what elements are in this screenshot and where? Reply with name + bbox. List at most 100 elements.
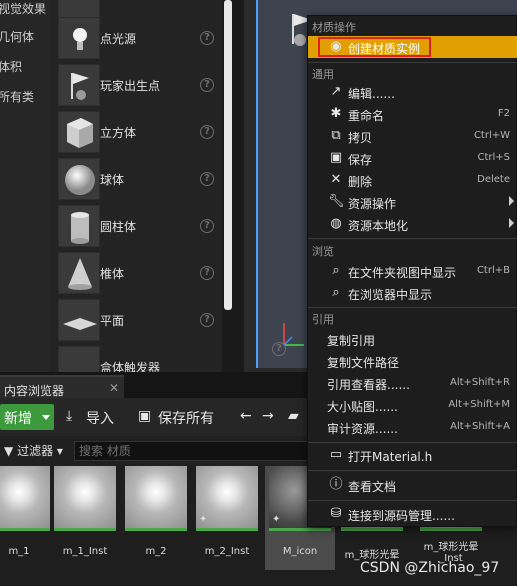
place-item-cone[interactable]: 椎体 ? — [50, 250, 222, 297]
annotation-highlight-box — [318, 37, 431, 57]
place-item-label: 点光源 — [100, 32, 137, 46]
save-all-button[interactable]: ▣ 保存所有 — [138, 404, 224, 430]
menu-item-reference-viewer[interactable]: 引用查看器...... Alt+Shift+R — [308, 372, 517, 394]
menu-item-copy-file-path[interactable]: 复制文件路径 — [308, 350, 517, 372]
shortcut-label: Ctrl+S — [477, 152, 510, 163]
tab-content-browser[interactable]: 内容浏览器 ✕ — [0, 375, 124, 398]
context-menu: 材质操作 ◉ 创建材质实例 通用 ↗ 编辑...... ✱ 重命名 F2 ⧉ 拷… — [307, 15, 517, 527]
help-icon[interactable]: ? — [200, 313, 214, 327]
place-item-cylinder[interactable]: 圆柱体 ? — [50, 203, 222, 250]
help-icon[interactable]: ? — [200, 125, 214, 139]
menu-item-label: 重命名 — [348, 109, 385, 123]
place-item-label: 平面 — [100, 314, 125, 328]
place-item-label: 圆柱体 — [100, 220, 137, 234]
folder-icon: ▰ — [288, 408, 299, 424]
help-icon[interactable]: ? — [200, 172, 214, 186]
folder-button[interactable]: ▰ — [288, 404, 306, 430]
cube-icon — [58, 111, 100, 153]
material-thumbnail — [125, 466, 187, 528]
category-geometry[interactable]: 几何体 — [0, 28, 34, 45]
menu-divider — [308, 470, 517, 471]
menu-item-asset-actions[interactable]: 🔧︎ 资源操作 — [308, 191, 517, 213]
search-input[interactable] — [75, 442, 309, 460]
menu-item-audit-assets[interactable]: 审计资源...... Alt+Shift+A — [308, 416, 517, 438]
watermark: CSDN @Zhichao_97 — [360, 560, 500, 576]
menu-item-label: 打开Material.h — [348, 450, 433, 464]
asset-label: m_2 — [145, 546, 167, 557]
help-icon[interactable]: ? — [200, 31, 214, 45]
menu-item-view-docs[interactable]: ⓘ 查看文档 — [308, 474, 517, 496]
back-button[interactable]: ← — [240, 404, 260, 430]
place-item-plane[interactable]: 平面 ? — [50, 297, 222, 344]
menu-item-label: 资源操作 — [348, 197, 397, 211]
asset-label: m_1_Inst — [62, 546, 108, 557]
filter-label: 过滤器 — [17, 444, 54, 458]
material-thumbnail — [0, 466, 50, 528]
place-item-point-light[interactable]: 点光源 ? — [50, 15, 222, 62]
box-trigger-icon — [58, 346, 100, 372]
forward-button[interactable]: → — [262, 404, 282, 430]
menu-item-show-in-folder-view[interactable]: ⌕ 在文件夹视图中显示 Ctrl+B — [308, 260, 517, 282]
section-header-browse: 浏览 — [312, 245, 334, 258]
shortcut-label: Ctrl+W — [473, 130, 510, 141]
menu-item-label: 查看文档 — [348, 480, 397, 494]
menu-divider — [308, 442, 517, 443]
asset-tile[interactable]: ✦ m_2_Inst — [196, 466, 262, 566]
section-header-references: 引用 — [312, 313, 334, 326]
search-box[interactable] — [74, 441, 310, 461]
place-item-label: 球体 — [100, 173, 125, 187]
place-item-sphere[interactable]: 球体 ? — [50, 156, 222, 203]
asset-type-bar — [0, 528, 50, 531]
menu-item-asset-localization[interactable]: ◍ 资源本地化 — [308, 213, 517, 235]
menu-divider — [308, 62, 517, 63]
asset-tile[interactable]: m_1 — [0, 466, 54, 566]
wrench-icon: 🔧︎ — [328, 194, 345, 209]
asset-tile[interactable]: m_1_Inst — [54, 466, 120, 566]
place-item-player-start[interactable]: 玩家出生点 ? — [50, 62, 222, 109]
create-material-instance-item[interactable]: ◉ 创建材质实例 — [308, 36, 517, 58]
menu-item-show-in-explorer[interactable]: ⌕ 在浏览器中显示 — [308, 282, 517, 304]
menu-item-label: 编辑...... — [348, 87, 395, 101]
menu-item-rename[interactable]: ✱ 重命名 F2 — [308, 103, 517, 125]
place-item-cube[interactable]: 立方体 ? — [50, 109, 222, 156]
menu-item-edit[interactable]: ↗ 编辑...... — [308, 81, 517, 103]
menu-item-connect-source-control[interactable]: ⛁ 连接到源码管理...... — [308, 503, 517, 525]
menu-item-label: 复制引用 — [327, 334, 376, 348]
import-button[interactable]: ⤓ 导入 — [66, 404, 126, 430]
help-icon[interactable]: ? — [200, 78, 214, 92]
menu-item-label: 连接到源码管理...... — [348, 509, 455, 523]
menu-item-label: 引用查看器...... — [327, 378, 410, 392]
menu-item-copy[interactable]: ⧉ 拷贝 Ctrl+W — [308, 125, 517, 147]
menu-item-open-source[interactable]: ▭ 打开Material.h — [308, 444, 517, 466]
help-icon[interactable]: ? — [272, 342, 286, 356]
submenu-arrow-icon — [509, 196, 514, 206]
shortcut-label: Alt+Shift+A — [450, 421, 510, 432]
filter-dropdown[interactable]: ▼ 过滤器 ▾ — [4, 442, 63, 459]
shortcut-label: F2 — [497, 108, 510, 119]
category-visual-effects[interactable]: 视觉效果 — [0, 0, 46, 17]
star-icon: ✦ — [199, 514, 208, 525]
submenu-arrow-icon — [509, 218, 514, 228]
menu-item-save[interactable]: ▣ 保存 Ctrl+S — [308, 147, 517, 169]
add-new-button[interactable]: 新增 — [0, 404, 54, 430]
menu-item-size-map[interactable]: 大小贴图...... Alt+Shift+M — [308, 394, 517, 416]
menu-item-label: 在文件夹视图中显示 — [348, 266, 457, 280]
menu-item-label: 拷贝 — [348, 131, 373, 145]
arrow-left-icon: ← — [240, 408, 252, 424]
save-icon: ▣ — [138, 408, 152, 424]
place-item-box-trigger[interactable]: 盒体触发器 — [50, 344, 222, 372]
menu-item-copy-reference[interactable]: 复制引用 — [308, 328, 517, 350]
help-icon[interactable]: ? — [200, 266, 214, 280]
help-icon[interactable]: ? — [200, 219, 214, 233]
menu-divider — [308, 238, 517, 239]
placement-scrollbar[interactable] — [224, 0, 232, 310]
menu-item-delete[interactable]: ✕ 删除 Delete — [308, 169, 517, 191]
asset-type-bar — [420, 528, 482, 531]
asset-tile[interactable]: m_2 — [125, 466, 191, 566]
place-item-label: 立方体 — [100, 126, 137, 140]
close-icon[interactable]: ✕ — [109, 381, 119, 395]
source-control-icon: ⛁ — [330, 506, 342, 521]
category-all-classes[interactable]: 所有类 — [0, 88, 34, 105]
copy-icon: ⧉ — [331, 128, 341, 143]
category-volumes[interactable]: 体积 — [0, 58, 22, 75]
